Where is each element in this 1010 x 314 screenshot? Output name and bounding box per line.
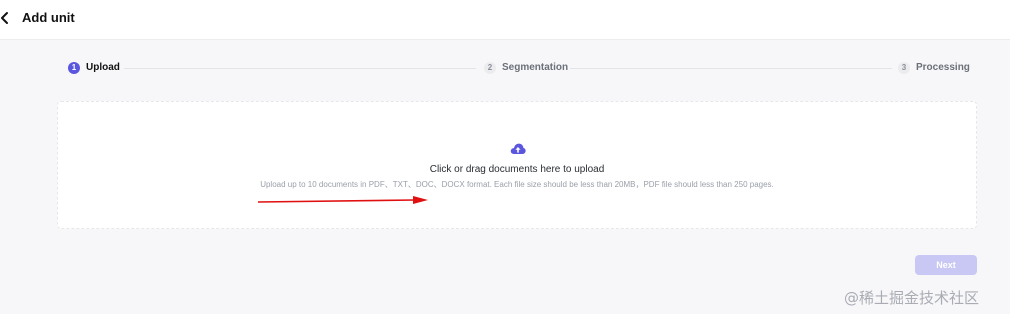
step-upload: 1 Upload xyxy=(68,60,120,76)
annotation-arrow xyxy=(257,196,428,204)
next-button[interactable]: Next xyxy=(915,255,977,275)
upload-title: Click or drag documents here to upload xyxy=(429,164,605,175)
step-number: 1 xyxy=(68,62,80,74)
step-number: 3 xyxy=(898,62,910,74)
step-connector xyxy=(570,68,892,69)
upload-hint: Upload up to 10 documents in PDF、TXT、DOC… xyxy=(260,180,774,189)
stepper: 1 Upload 2 Segmentation 3 Processing xyxy=(68,60,970,76)
step-label: Upload xyxy=(86,62,120,73)
page-title: Add unit xyxy=(22,10,75,25)
cloud-upload-icon xyxy=(510,143,526,154)
watermark: @稀土掘金技术社区 xyxy=(844,289,980,307)
upload-dropzone[interactable]: Click or drag documents here to upload U… xyxy=(57,101,977,229)
chevron-left-icon[interactable] xyxy=(0,10,12,26)
step-segmentation: 2 Segmentation xyxy=(484,60,568,76)
step-label: Processing xyxy=(916,62,970,73)
step-connector xyxy=(124,68,476,69)
step-label: Segmentation xyxy=(502,62,569,73)
page-header: Add unit xyxy=(0,0,1010,40)
step-number: 2 xyxy=(484,62,496,74)
step-processing: 3 Processing xyxy=(898,60,970,76)
